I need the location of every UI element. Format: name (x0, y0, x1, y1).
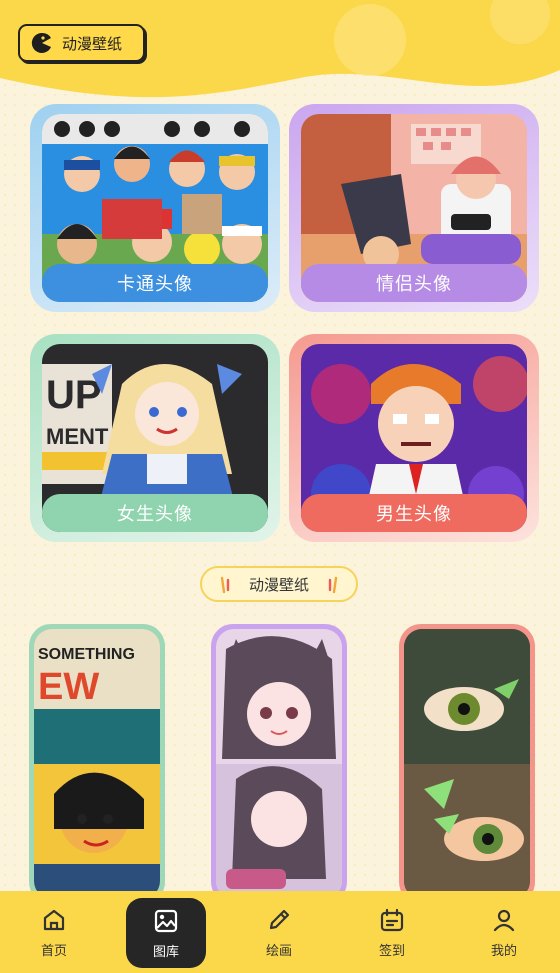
category-card-couple[interactable]: 情侣头像 (289, 104, 539, 312)
bottom-tab-bar: 首页 图库 绘画 签到 我的 (0, 891, 560, 973)
sparkle-icon (220, 576, 230, 594)
category-label-couple: 情侣头像 (301, 264, 527, 302)
app-title: 动漫壁纸 (62, 34, 123, 53)
tab-home[interactable]: 首页 (14, 891, 94, 973)
category-label-girl: 女生头像 (42, 494, 268, 532)
gallery-icon (154, 909, 178, 932)
pacman-icon (31, 32, 51, 53)
user-icon (493, 909, 515, 931)
tab-draw[interactable]: 绘画 (239, 891, 319, 973)
tab-profile[interactable]: 我的 (464, 891, 544, 973)
category-label-boy: 男生头像 (301, 494, 527, 532)
category-card-boy[interactable]: 男生头像 (289, 334, 539, 542)
calendar-icon (380, 908, 404, 931)
category-card-girl[interactable]: UP MENT 女生头像 (30, 334, 280, 542)
tab-gallery[interactable]: 图库 (126, 898, 206, 968)
svg-text:EW: EW (38, 666, 99, 708)
wallpaper-thumb[interactable]: SOMETHING EW (29, 624, 165, 904)
tab-label: 绘画 (265, 943, 292, 959)
sparkle-icon (328, 576, 338, 594)
section-title: 动漫壁纸 (248, 575, 309, 594)
pencil-icon (269, 909, 290, 929)
svg-text:UP: UP (46, 373, 102, 417)
tab-label: 签到 (378, 943, 405, 959)
section-title-anime-wallpaper: 动漫壁纸 (200, 566, 358, 602)
tab-label: 我的 (490, 943, 517, 959)
tab-checkin[interactable]: 签到 (352, 891, 432, 973)
svg-text:MENT: MENT (46, 424, 109, 449)
wallpaper-thumb[interactable] (399, 624, 535, 904)
home-icon (43, 909, 65, 930)
wallpaper-image-comic: SOMETHING EW (34, 629, 160, 899)
tab-label: 图库 (152, 944, 179, 960)
app-title-badge[interactable]: 动漫壁纸 (18, 24, 145, 62)
category-label-cartoon: 卡通头像 (42, 264, 268, 302)
wallpaper-image-catgirl (216, 629, 342, 899)
wallpaper-image-eye (404, 629, 530, 899)
tab-label: 首页 (40, 943, 67, 959)
wallpaper-thumb[interactable] (211, 624, 347, 904)
category-card-cartoon[interactable]: 卡通头像 (30, 104, 280, 312)
svg-text:SOMETHING: SOMETHING (38, 646, 135, 663)
